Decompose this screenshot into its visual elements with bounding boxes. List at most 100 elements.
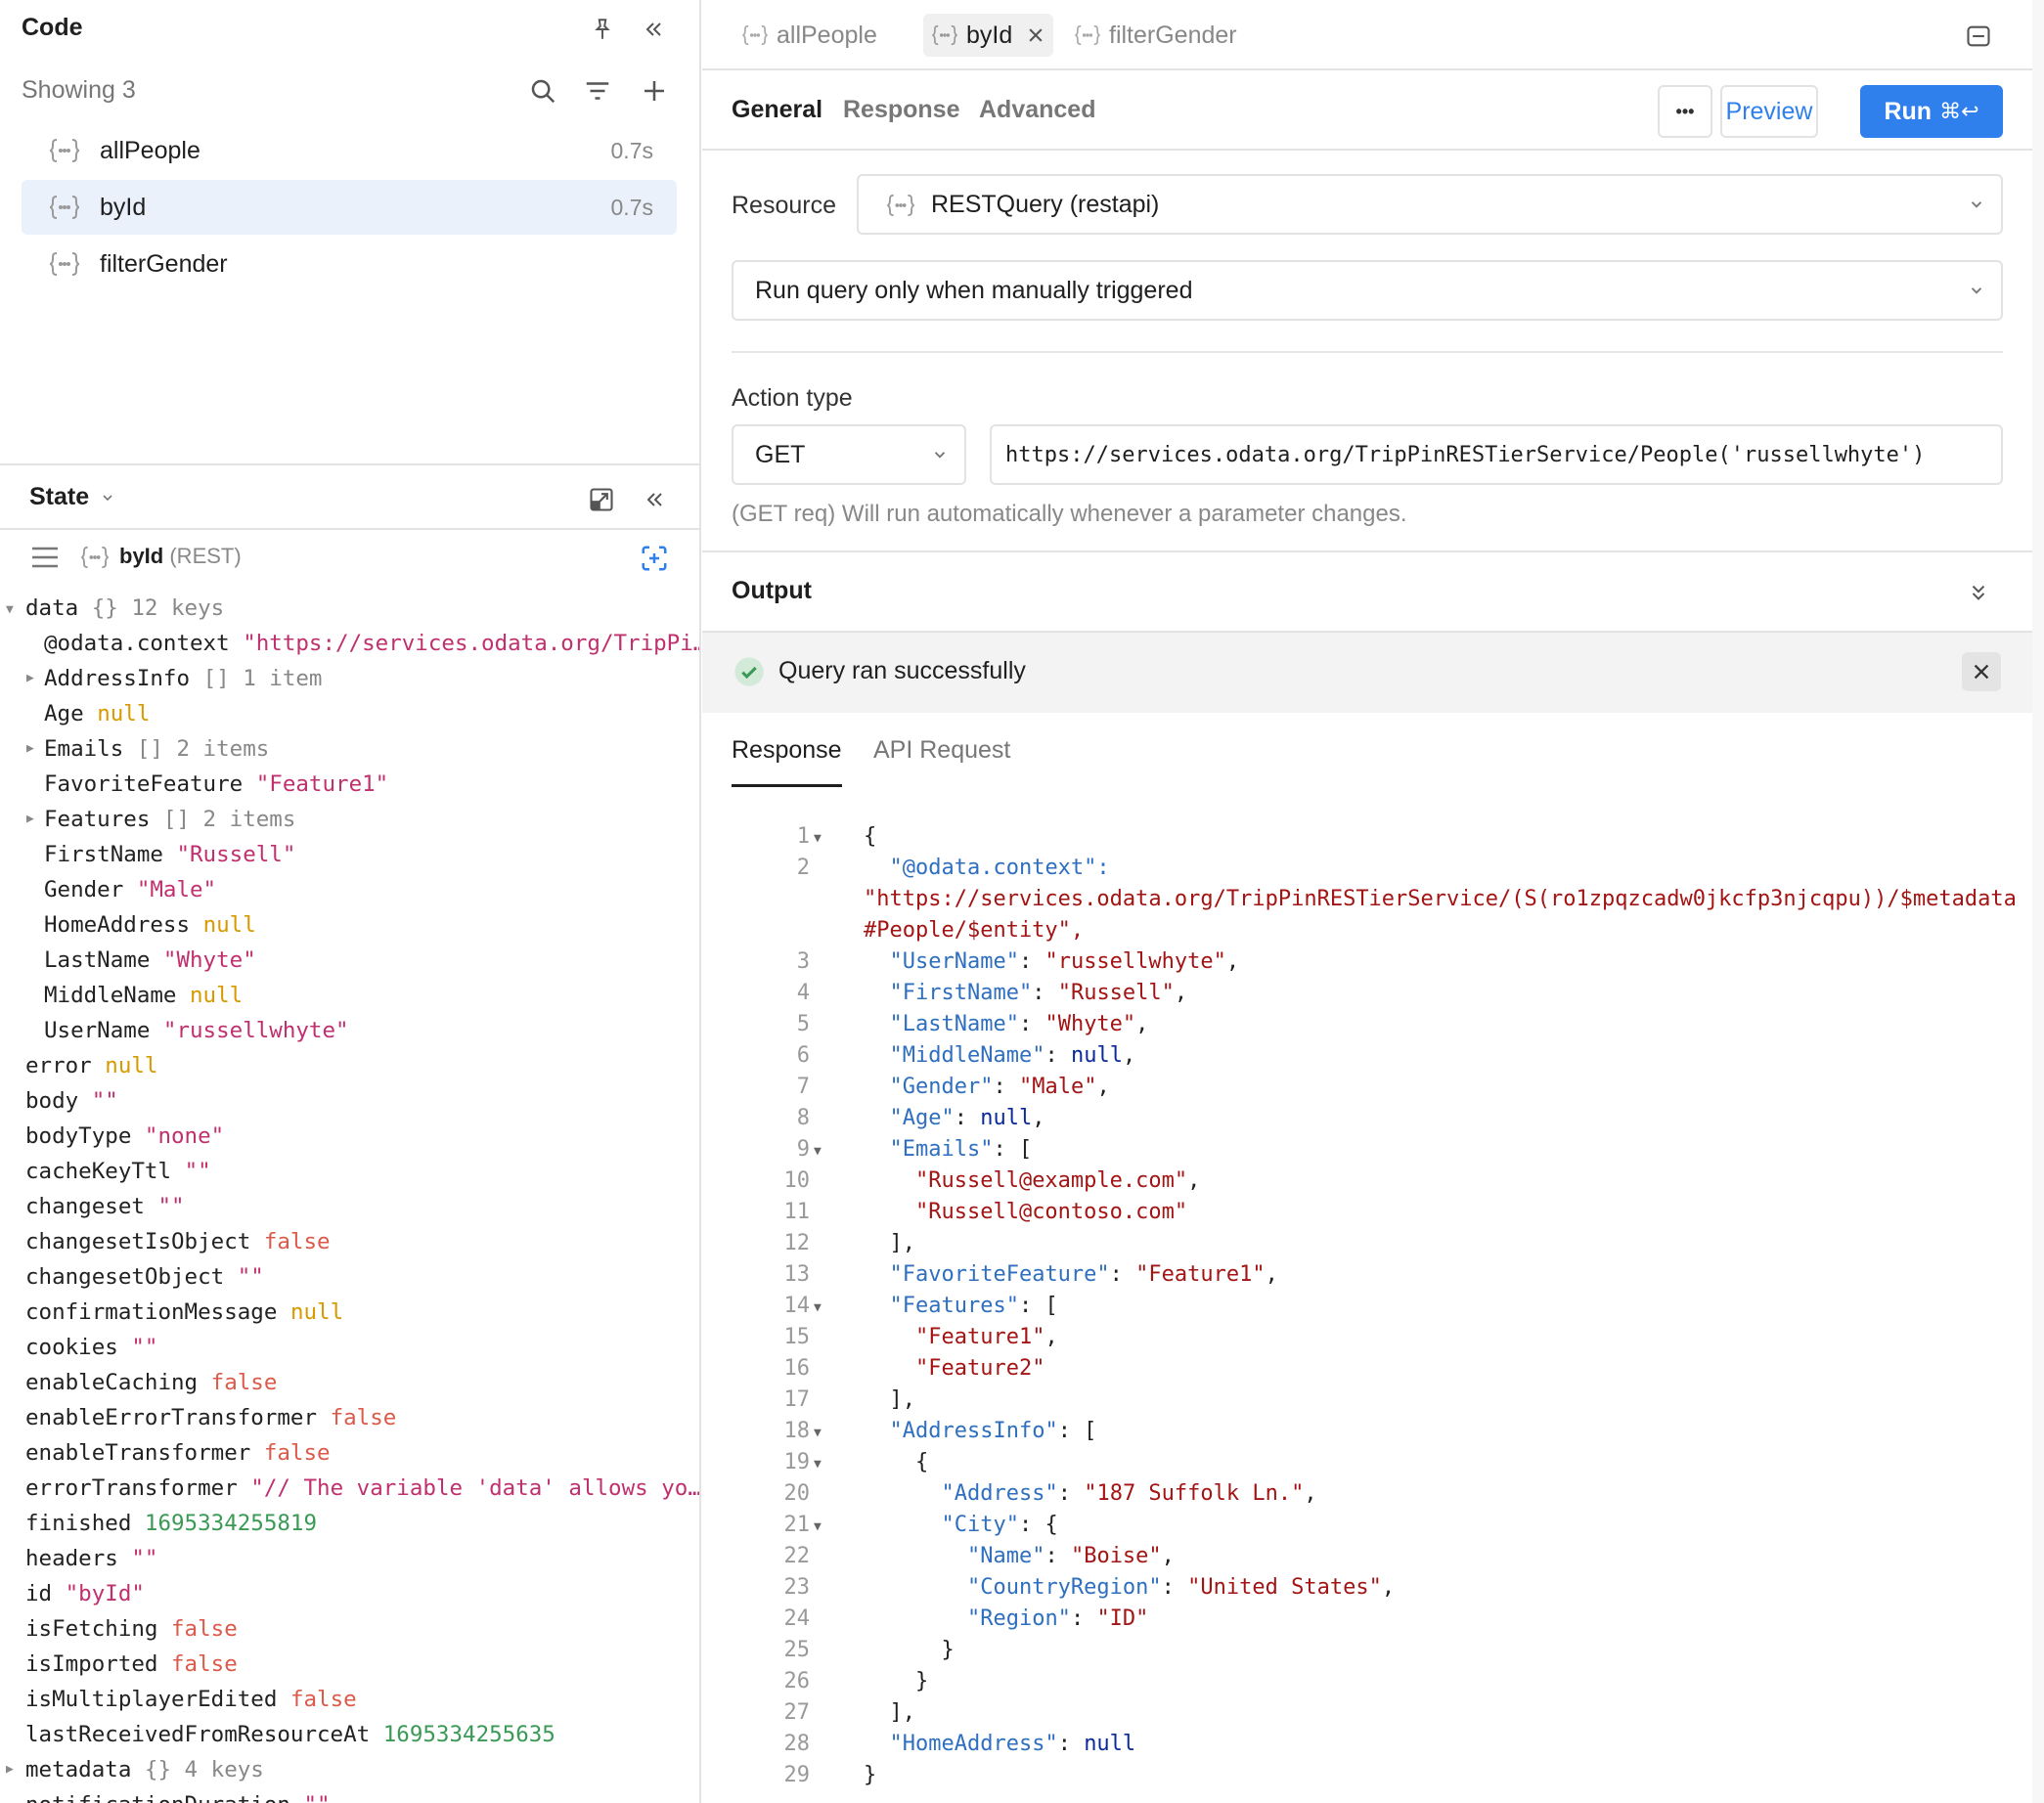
filter-icon[interactable] (581, 74, 614, 108)
tab-allPeople[interactable]: allPeople (733, 14, 885, 57)
tree-row[interactable]: id "byId" (25, 1576, 145, 1611)
tree-row[interactable]: body "" (25, 1083, 118, 1119)
collapse-state-panel-icon[interactable] (638, 483, 671, 516)
tab-general[interactable]: General (732, 96, 822, 124)
fold-arrow-icon[interactable]: ▼ (814, 1418, 822, 1449)
code-line: "MiddleName": null, (889, 1043, 1136, 1068)
state-header: State (0, 463, 699, 530)
tab-advanced[interactable]: Advanced (979, 96, 1095, 124)
query-item-byId[interactable]: byId 0.7s (22, 180, 677, 235)
tree-row[interactable]: enableCaching false (25, 1365, 277, 1400)
resource-select[interactable]: RESTQuery (restapi) (857, 174, 2003, 235)
pin-icon[interactable] (587, 14, 618, 45)
tree-row[interactable]: ▼ data {} 12 keys (6, 591, 224, 626)
tree-row[interactable]: confirmationMessage null (25, 1295, 343, 1330)
tab-response[interactable]: Response (843, 96, 959, 124)
select-component-icon[interactable] (638, 542, 671, 575)
query-name: filterGender (100, 249, 228, 278)
tab-response-body[interactable]: Response (732, 736, 842, 765)
state-dropdown[interactable]: State (29, 483, 115, 511)
tree-key: headers (25, 1546, 118, 1571)
double-chevron-down-icon[interactable] (1962, 576, 1995, 609)
method-select[interactable]: GET (732, 424, 966, 485)
tree-row[interactable]: ▶ Emails [] 2 items (26, 731, 269, 767)
tree-key: Gender (44, 877, 124, 902)
close-icon[interactable] (1026, 25, 1045, 45)
fold-arrow-icon[interactable]: ▼ (814, 1449, 822, 1480)
tree-row[interactable]: headers "" (25, 1541, 157, 1576)
add-query-icon[interactable] (638, 74, 671, 108)
tree-row[interactable]: enableErrorTransformer false (25, 1400, 396, 1435)
line-number: 13 (783, 1262, 811, 1287)
tree-row[interactable]: changesetObject "" (25, 1259, 264, 1295)
tree-row[interactable]: Gender "Male" (44, 872, 216, 907)
fold-arrow-icon[interactable]: ▼ (814, 1512, 822, 1543)
run-button[interactable]: Run ⌘↩ (1860, 85, 2003, 138)
query-name: byId (100, 193, 147, 221)
tree-row[interactable]: enableTransformer false (25, 1435, 331, 1471)
tab-byId[interactable]: byId (923, 14, 1054, 57)
url-value: https://services.odata.org/TripPinRESTie… (1005, 442, 1926, 467)
tree-row[interactable]: FavoriteFeature "Feature1" (44, 767, 388, 802)
tree-row[interactable]: ▶ metadata {} 4 keys (6, 1752, 264, 1787)
more-options-button[interactable]: ••• (1658, 85, 1712, 138)
url-input[interactable]: https://services.odata.org/TripPinRESTie… (990, 424, 2003, 485)
tree-row[interactable]: changeset "" (25, 1189, 185, 1224)
tree-row[interactable]: finished 1695334255819 (25, 1506, 317, 1541)
tree-row[interactable]: LastName "Whyte" (44, 943, 256, 978)
tree-row[interactable]: cookies "" (25, 1330, 157, 1365)
tree-row[interactable]: error null (25, 1048, 157, 1083)
line-number: 20 (783, 1481, 811, 1506)
line-number: 2 (796, 856, 810, 880)
line-number: 16 (783, 1356, 811, 1381)
tree-row[interactable]: MiddleName null (44, 978, 243, 1013)
fold-arrow-icon[interactable]: ▼ (814, 1136, 822, 1167)
code-panel-title: Code (22, 14, 83, 41)
minimize-panel-icon[interactable] (1962, 20, 1995, 53)
tree-row[interactable]: ▶ Features [] 2 items (26, 802, 295, 837)
tree-row[interactable]: isImported false (25, 1647, 238, 1682)
tree-row[interactable]: lastReceivedFromResourceAt 1695334255635 (25, 1717, 555, 1752)
tree-key: cookies (25, 1335, 118, 1360)
fold-arrow-icon[interactable]: ▼ (814, 823, 822, 855)
query-item-filterGender[interactable]: filterGender (22, 237, 677, 291)
fold-arrow-icon[interactable]: ▼ (814, 1293, 822, 1324)
tree-row[interactable]: FirstName "Russell" (44, 837, 295, 872)
tree-row[interactable]: cacheKeyTtl "" (25, 1154, 211, 1189)
tree-row[interactable]: Age null (44, 696, 150, 731)
close-icon[interactable] (1962, 652, 2001, 691)
tree-key: notificationDuration (25, 1792, 290, 1803)
tree-value: null (190, 983, 244, 1008)
collapse-code-panel-icon[interactable] (638, 14, 669, 45)
popout-icon[interactable] (585, 483, 618, 516)
query-item-allPeople[interactable]: allPeople 0.7s (22, 123, 677, 178)
tree-row[interactable]: HomeAddress null (44, 907, 256, 943)
tree-value: "https://services.odata.org/TripPi… (243, 631, 701, 656)
tree-row[interactable]: ▶ AddressInfo [] 1 item (26, 661, 322, 696)
preview-button[interactable]: Preview (1720, 85, 1818, 138)
search-icon[interactable] (526, 74, 559, 108)
tree-value: "Male" (136, 877, 217, 902)
trigger-select[interactable]: Run query only when manually triggered (732, 260, 2003, 321)
tab-filterGender[interactable]: filterGender (1066, 14, 1245, 57)
success-message: Query ran successfully (778, 657, 1026, 684)
tree-row[interactable]: changesetIsObject false (25, 1224, 331, 1259)
tree-row[interactable]: isFetching false (25, 1611, 238, 1647)
resource-value: RESTQuery (restapi) (931, 190, 1160, 218)
code-line: ], (864, 1231, 915, 1255)
tree-row[interactable]: notificationDuration "" (25, 1787, 331, 1803)
output-title: Output (732, 577, 812, 604)
menu-icon[interactable] (29, 544, 61, 571)
tree-row[interactable]: @odata.context "https://services.odata.o… (44, 626, 701, 661)
tab-api-request[interactable]: API Request (873, 736, 1010, 765)
tree-key: changeset (25, 1194, 145, 1219)
tree-row[interactable]: isMultiplayerEdited false (25, 1682, 357, 1717)
tree-value: "" (131, 1546, 158, 1571)
tree-row[interactable]: bodyType "none" (25, 1119, 224, 1154)
code-line: ], (864, 1387, 915, 1412)
tree-row[interactable]: errorTransformer "// The variable 'data'… (25, 1471, 699, 1506)
scrollbar[interactable] (2032, 0, 2044, 1803)
tree-row[interactable]: UserName "russellwhyte" (44, 1013, 349, 1048)
tree-key: AddressInfo (44, 666, 191, 691)
output-header[interactable]: Output (702, 550, 2032, 633)
